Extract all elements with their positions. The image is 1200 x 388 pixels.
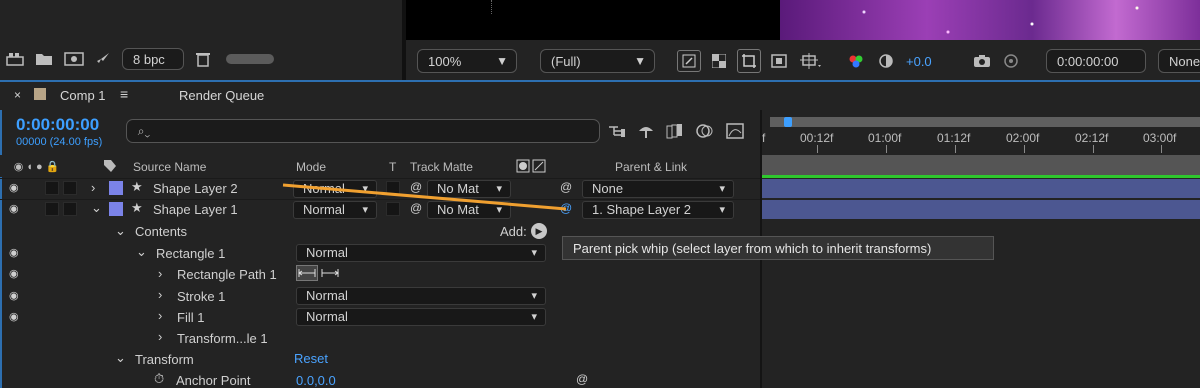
group-transform-label[interactable]: Transform...le 1 (177, 331, 268, 346)
stroke-blend-value: Normal (306, 288, 348, 303)
group-blend-value: Normal (306, 245, 348, 260)
pickwhip-line (282, 183, 567, 211)
visibility-eye-icon[interactable]: ◉ (9, 246, 19, 259)
reset-link[interactable]: Reset (294, 351, 328, 366)
visibility-eye-icon[interactable]: ◉ (9, 310, 19, 323)
collapse-chevron-icon[interactable]: ⌄ (136, 244, 147, 260)
stroke-label[interactable]: Stroke 1 (177, 289, 225, 304)
visibility-eye-icon[interactable]: ◉ (9, 267, 19, 280)
rectangle-group-label[interactable]: Rectangle 1 (156, 246, 225, 261)
collapse-chevron-icon[interactable]: ⌄ (115, 350, 126, 366)
transform-label[interactable]: Transform (135, 352, 194, 367)
expand-chevron-icon[interactable]: › (158, 287, 162, 302)
property-pickwhip-icon[interactable]: @ (576, 372, 588, 386)
tooltip: Parent pick whip (select layer from whic… (562, 236, 994, 260)
fill-blend-value: Normal (306, 309, 348, 324)
chevron-down-icon: ▾ (531, 311, 537, 323)
expand-chevron-icon[interactable]: › (158, 329, 162, 344)
chevron-down-icon: ▾ (531, 247, 537, 259)
stopwatch-icon[interactable]: ⏱ (154, 371, 164, 387)
path-direction-reverse-icon[interactable] (320, 265, 340, 281)
path-direction-icon[interactable] (296, 265, 318, 281)
rectangle-path-label[interactable]: Rectangle Path 1 (177, 267, 277, 282)
add-menu-icon[interactable]: ▶ (531, 223, 547, 239)
visibility-eye-icon[interactable]: ◉ (9, 289, 19, 302)
fill-blend-dropdown[interactable]: Normal ▾ (296, 308, 546, 326)
chevron-down-icon: ▾ (531, 290, 537, 302)
expand-chevron-icon[interactable]: › (158, 266, 162, 281)
contents-label[interactable]: Contents (135, 224, 187, 239)
collapse-chevron-icon[interactable]: ⌄ (115, 223, 126, 239)
fill-label[interactable]: Fill 1 (177, 310, 204, 325)
stroke-blend-dropdown[interactable]: Normal ▾ (296, 287, 546, 305)
expand-chevron-icon[interactable]: › (158, 308, 162, 323)
anchor-point-value[interactable]: 0.0,0.0 (296, 373, 336, 388)
group-blend-dropdown[interactable]: Normal ▾ (296, 244, 546, 262)
add-label: Add: (500, 224, 527, 239)
anchor-point-label: Anchor Point (176, 373, 251, 388)
